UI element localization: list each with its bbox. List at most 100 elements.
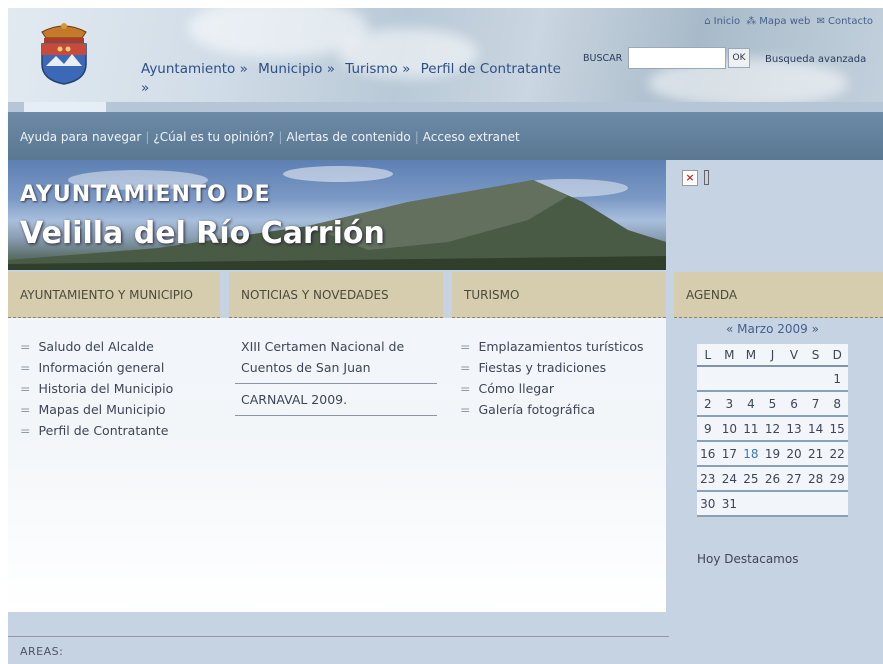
banner-title-line2: Velilla del Río Carrión (20, 216, 385, 251)
weekday-header: S (804, 344, 827, 367)
calendar-day[interactable]: 1 (826, 366, 848, 392)
link-ayuda-navegar[interactable]: Ayuda para navegar (20, 130, 141, 144)
calendar-day[interactable]: 24 (718, 466, 741, 492)
list-item-label[interactable]: Galería fotográfica (478, 402, 595, 417)
list-item[interactable]: = Mapas del Municipio (20, 399, 173, 420)
calendar-day[interactable]: 3 (718, 391, 741, 417)
list-item[interactable]: = Emplazamientos turísticos (460, 336, 644, 357)
active-tab-marker (24, 102, 106, 112)
link-alertas[interactable]: Alertas de contenido (286, 130, 410, 144)
list-item-label[interactable]: Saludo del Alcalde (38, 339, 153, 354)
calendar-week: 1 (697, 366, 848, 392)
main-nav: Ayuntamiento » Municipio » Turismo » Per… (141, 60, 561, 98)
calendar-day[interactable]: 6 (783, 391, 805, 417)
weekday-header: J (761, 344, 784, 367)
list-item-label[interactable]: Fiestas y tradiciones (478, 360, 606, 375)
calendar-day[interactable]: 30 (697, 491, 719, 517)
header-strip (8, 102, 883, 112)
hoy-destacamos-label[interactable]: Hoy Destacamos (697, 552, 798, 566)
news-item[interactable]: XIII Certamen Nacional de Cuentos de San… (229, 336, 429, 378)
calendar-day[interactable]: 28 (804, 466, 827, 492)
calendar-empty-cell (783, 366, 805, 392)
nav-ayuntamiento[interactable]: Ayuntamiento » (141, 61, 248, 77)
calendar-day[interactable]: 21 (804, 441, 827, 467)
link-contacto[interactable]: Contacto (828, 16, 873, 27)
link-opinion[interactable]: ¿Cúal es tu opinión? (153, 130, 274, 144)
calendar-day[interactable]: 4 (740, 391, 762, 417)
link-acceso-extranet[interactable]: Acceso extranet (423, 130, 520, 144)
list-item-label[interactable]: Perfil de Contratante (38, 423, 168, 438)
calendar-body: 1 2 3 4 5 6 7 8 9 10 11 12 13 14 15 16 17 18 19 20 21 22 23 24 2… (697, 366, 848, 517)
calendar-empty-cell (804, 491, 827, 517)
list-item-label[interactable]: Mapas del Municipio (38, 402, 165, 417)
calendar-day[interactable]: 8 (826, 391, 848, 417)
calendar-day[interactable]: 18 (740, 441, 762, 467)
top-links: ⌂ Inicio ⁂ Mapa web ✉ Contacto (701, 16, 873, 27)
list-item-label[interactable]: Información general (38, 360, 164, 375)
calendar-weekdays: LMMJVSD (697, 344, 848, 367)
calendar-day[interactable]: 17 (718, 441, 741, 467)
list-item[interactable]: = Fiestas y tradiciones (460, 357, 644, 378)
divider (235, 415, 437, 416)
calendar-day[interactable]: 9 (697, 416, 719, 442)
calendar-day[interactable]: 31 (718, 491, 741, 517)
list-item[interactable]: = Historia del Municipio (20, 378, 173, 399)
calendar-day[interactable]: 19 (761, 441, 784, 467)
list-item[interactable]: = Cómo llegar (460, 378, 644, 399)
list-item-label[interactable]: Emplazamientos turísticos (478, 339, 643, 354)
section-header-agenda[interactable]: AGENDA (674, 272, 883, 318)
bullet-icon: = (460, 339, 471, 354)
section-header-noticias[interactable]: NOTICIAS Y NOVEDADES (229, 272, 443, 318)
calendar-day[interactable]: 20 (783, 441, 805, 467)
calendar-day[interactable]: 25 (740, 466, 762, 492)
bullet-icon: = (20, 381, 31, 396)
nav-turismo[interactable]: Turismo » (345, 61, 410, 77)
calendar-week: 16 17 18 19 20 21 22 (697, 441, 848, 467)
bullet-icon: = (460, 402, 471, 417)
list-item[interactable]: = Perfil de Contratante (20, 420, 173, 441)
nav-municipio[interactable]: Municipio » (258, 61, 335, 77)
section-header-turismo[interactable]: TURISMO (452, 272, 666, 318)
separator: | (278, 130, 283, 144)
separator: | (414, 130, 419, 144)
calendar-day[interactable]: 12 (761, 416, 784, 442)
calendar-day[interactable]: 7 (804, 391, 827, 417)
ayuntamiento-list: = Saludo del Alcalde = Información general… (20, 336, 173, 441)
calendar-day[interactable]: 16 (697, 441, 719, 467)
news-item[interactable]: CARNAVAL 2009. (229, 389, 443, 410)
link-inicio[interactable]: Inicio (714, 16, 740, 27)
calendar-day[interactable]: 10 (718, 416, 741, 442)
calendar-day[interactable]: 11 (740, 416, 762, 442)
calendar-day[interactable]: 14 (804, 416, 827, 442)
coat-of-arms-logo[interactable] (30, 18, 98, 86)
link-mapa-web[interactable]: Mapa web (759, 16, 810, 27)
list-item[interactable]: = Información general (20, 357, 173, 378)
calendar-day[interactable]: 13 (783, 416, 805, 442)
calendar-day[interactable]: 27 (783, 466, 805, 492)
bullet-icon: = (460, 360, 471, 375)
list-item-label[interactable]: Cómo llegar (478, 381, 554, 396)
advanced-search-link[interactable]: Busqueda avanzada (765, 54, 866, 65)
list-item-label[interactable]: Historia del Municipio (38, 381, 173, 396)
bullet-icon: = (460, 381, 471, 396)
calendar-week: 9 10 11 12 13 14 15 (697, 416, 848, 442)
separator: | (145, 130, 150, 144)
search-ok-button[interactable]: OK (728, 48, 750, 68)
calendar-day[interactable]: 29 (826, 466, 848, 492)
calendar-week: 2345678 (697, 391, 848, 417)
calendar-week: 23 24 25 26 27 28 29 (697, 466, 848, 492)
calendar-day[interactable]: 22 (826, 441, 848, 467)
calendar-month-nav[interactable]: « Marzo 2009 » (726, 322, 819, 336)
areas-label: AREAS: (20, 645, 64, 658)
calendar-day[interactable]: 23 (697, 466, 719, 492)
section-header-ayuntamiento[interactable]: AYUNTAMIENTO Y MUNICIPIO (8, 272, 220, 318)
calendar-empty-cell (826, 491, 848, 517)
search-input[interactable] (628, 47, 726, 69)
list-item[interactable]: = Saludo del Alcalde (20, 336, 173, 357)
calendar-day[interactable]: 26 (761, 466, 784, 492)
calendar-empty-cell (718, 366, 741, 392)
calendar-day[interactable]: 5 (761, 391, 784, 417)
calendar-day[interactable]: 15 (826, 416, 848, 442)
list-item[interactable]: = Galería fotográfica (460, 399, 644, 420)
calendar-day[interactable]: 2 (697, 391, 719, 417)
